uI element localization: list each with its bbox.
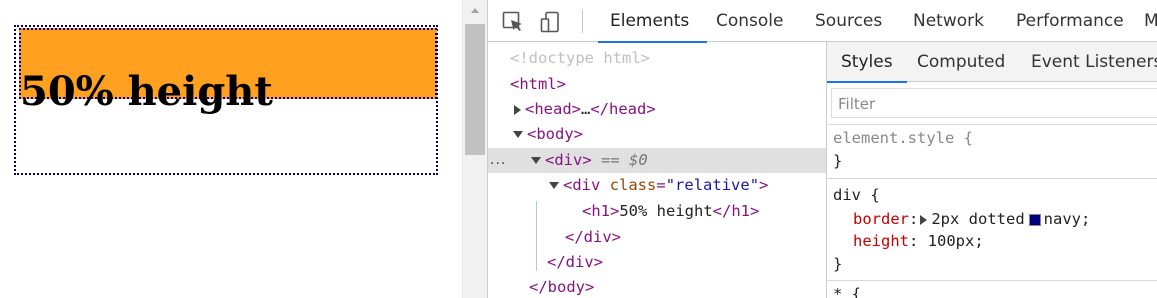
dom-div-close[interactable]: </div>	[547, 250, 603, 275]
dom-tree: ... <!doctype html> <html> <head>…</head…	[488, 42, 826, 298]
collapse-triangle-icon[interactable]	[513, 131, 523, 138]
inner-div-attr-value: "relative"	[665, 176, 760, 194]
node-menu-dots-icon[interactable]: ...	[490, 148, 506, 173]
doctype-text: <!doctype html>	[510, 49, 650, 67]
scrollbar-thumb[interactable]	[465, 24, 485, 155]
devtools-toolbar: Elements Console Sources Network Perform…	[488, 0, 1157, 43]
h1-close-tag: </h1>	[712, 202, 760, 220]
div-close-tag: </div>	[547, 253, 603, 271]
dom-inner-div-close[interactable]: </div>	[565, 225, 621, 250]
border-color-name: navy;	[1043, 210, 1091, 228]
h1-open-tag: <h1>	[582, 202, 620, 220]
border-declaration[interactable]: border: 2px dotted navy;	[853, 208, 1090, 231]
sidebar-tabs: Styles Computed Event Listeners	[827, 42, 1157, 83]
body-close-tag: </body>	[529, 278, 595, 296]
scroll-up-arrow-icon[interactable]	[471, 8, 479, 13]
tab-console[interactable]: Console	[716, 0, 784, 42]
expand-triangle-icon[interactable]	[514, 104, 521, 115]
dom-inner-div-node[interactable]: <div class="relative">	[549, 173, 768, 198]
head-ellipsis: …	[581, 100, 591, 118]
html-open-tag: <html>	[510, 75, 566, 93]
dom-div-node-selected[interactable]: <div> == $0	[531, 148, 648, 173]
page-preview: 50% height	[0, 0, 462, 298]
tab-event-listeners[interactable]: Event Listeners	[1031, 42, 1157, 82]
border-value: 2px dotted	[931, 210, 1025, 228]
h1-text: 50% height	[619, 202, 713, 220]
tab-more[interactable]: M	[1144, 0, 1157, 42]
element-style-selector: element.style {	[833, 129, 973, 147]
filter-box	[831, 88, 1157, 118]
expand-shorthand-icon[interactable]	[920, 214, 928, 225]
tab-sources[interactable]: Sources	[815, 0, 882, 42]
inner-div-tag: div	[572, 176, 601, 194]
body-open-tag: <body>	[527, 125, 583, 143]
collapse-triangle-icon[interactable]	[549, 182, 559, 189]
tab-performance[interactable]: Performance	[1016, 0, 1124, 42]
universal-rule-selector: * {	[833, 285, 861, 298]
element-style-rule[interactable]: element.style { }	[827, 124, 1157, 176]
border-property: border	[853, 210, 909, 228]
tab-network[interactable]: Network	[913, 0, 984, 42]
page-scrollbar[interactable]	[462, 0, 487, 298]
color-swatch-icon[interactable]	[1028, 213, 1041, 226]
devtools-panel: Elements Console Sources Network Perform…	[487, 0, 1157, 298]
head-close-tag: </head>	[590, 100, 656, 118]
outer-div-box: 50% height	[14, 25, 438, 175]
div-style-rule[interactable]: div { border: 2px dotted navy; height: 100…	[827, 178, 1157, 278]
selected-marker: == $0	[601, 151, 648, 169]
toolbar-separator	[582, 9, 583, 33]
inner-div-attr-name: class	[609, 176, 657, 194]
dom-doctype[interactable]: <!doctype html>	[510, 46, 650, 71]
tab-styles[interactable]: Styles	[827, 42, 907, 83]
collapse-triangle-icon[interactable]	[531, 157, 541, 164]
dom-h1-node[interactable]: <h1>50% height</h1>	[582, 199, 759, 224]
dom-body-close[interactable]: </body>	[529, 275, 594, 298]
height-property: height	[853, 232, 909, 250]
tab-elements[interactable]: Elements	[597, 0, 708, 43]
height-value: 100px;	[927, 232, 984, 250]
head-open-tag: <head>	[525, 100, 581, 118]
height-declaration[interactable]: height: 100px;	[853, 230, 984, 253]
styles-sidebar: Styles Computed Event Listeners element.…	[826, 42, 1157, 298]
styles-filter-input[interactable]	[838, 93, 1138, 115]
element-style-close: }	[833, 152, 843, 170]
div-rule-close: }	[833, 255, 843, 273]
device-toolbar-icon[interactable]	[540, 11, 562, 33]
div-rule-selector: div {	[833, 186, 880, 204]
inspect-element-icon[interactable]	[502, 11, 524, 33]
div-open-tag: <div>	[545, 151, 592, 169]
universal-style-rule[interactable]: * {	[827, 280, 1157, 298]
inner-div-close-tag: </div>	[565, 228, 621, 246]
dom-head-node[interactable]: <head>…</head>	[514, 97, 656, 122]
dom-body-node[interactable]: <body>	[513, 122, 583, 147]
nesting-guide-line	[536, 201, 537, 271]
page-heading: 50% height	[20, 68, 273, 115]
tab-computed[interactable]: Computed	[917, 42, 1005, 82]
dom-html-node[interactable]: <html>	[510, 72, 566, 97]
